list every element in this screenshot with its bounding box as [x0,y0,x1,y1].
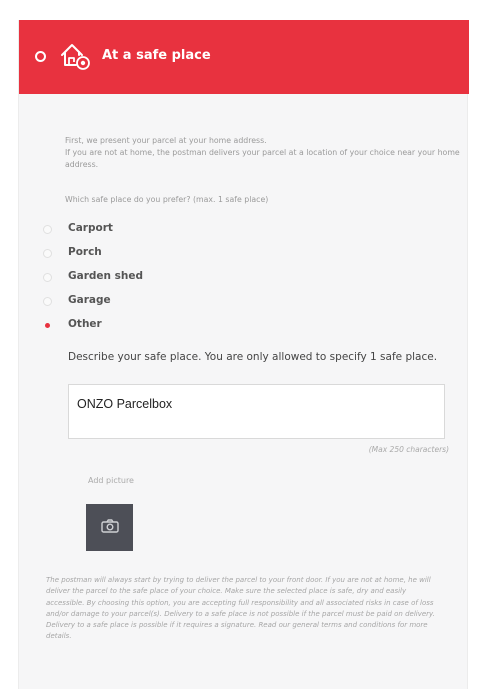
radio-porch[interactable] [43,249,52,258]
intro-line-1: First, we present your parcel at your ho… [65,136,267,145]
safe-place-description-input[interactable]: ONZO Parcelbox [68,384,445,439]
option-garage[interactable]: Garage [43,291,343,315]
header-title: At a safe place [102,48,211,63]
page: At a safe place First, we present your p… [0,0,485,689]
describe-label: Describe your safe place. You are only a… [68,351,438,363]
option-label[interactable]: Garden shed [68,270,143,282]
radio-garden-shed[interactable] [43,273,52,282]
add-picture-label: Add picture [88,476,134,485]
option-other[interactable]: Other [43,315,343,339]
disclaimer-text: The postman will always start by trying … [46,576,435,641]
option-label[interactable]: Carport [68,222,113,234]
question-text: Which safe place do you prefer? (max. 1 … [65,195,269,204]
option-porch[interactable]: Porch [43,243,343,267]
radio-other-selected[interactable] [43,321,52,330]
option-label[interactable]: Other [68,318,102,330]
option-label[interactable]: Garage [68,294,111,306]
max-characters-hint: (Max 250 characters) [368,445,449,454]
intro-line-2: If you are not at home, the postman deli… [65,148,460,169]
option-garden-shed[interactable]: Garden shed [43,267,343,291]
safe-place-header[interactable]: At a safe place [19,20,469,94]
header-radio-icon[interactable] [35,51,46,62]
radio-carport[interactable] [43,225,52,234]
option-label[interactable]: Porch [68,246,102,258]
safe-place-options: Carport Porch Garden shed Garage Other [43,219,343,339]
add-picture-button[interactable] [86,504,133,551]
home-safe-place-icon [59,41,93,71]
camera-icon [100,519,119,536]
intro-text: First, we present your parcel at your ho… [65,135,460,171]
radio-garage[interactable] [43,297,52,306]
option-carport[interactable]: Carport [43,219,343,243]
